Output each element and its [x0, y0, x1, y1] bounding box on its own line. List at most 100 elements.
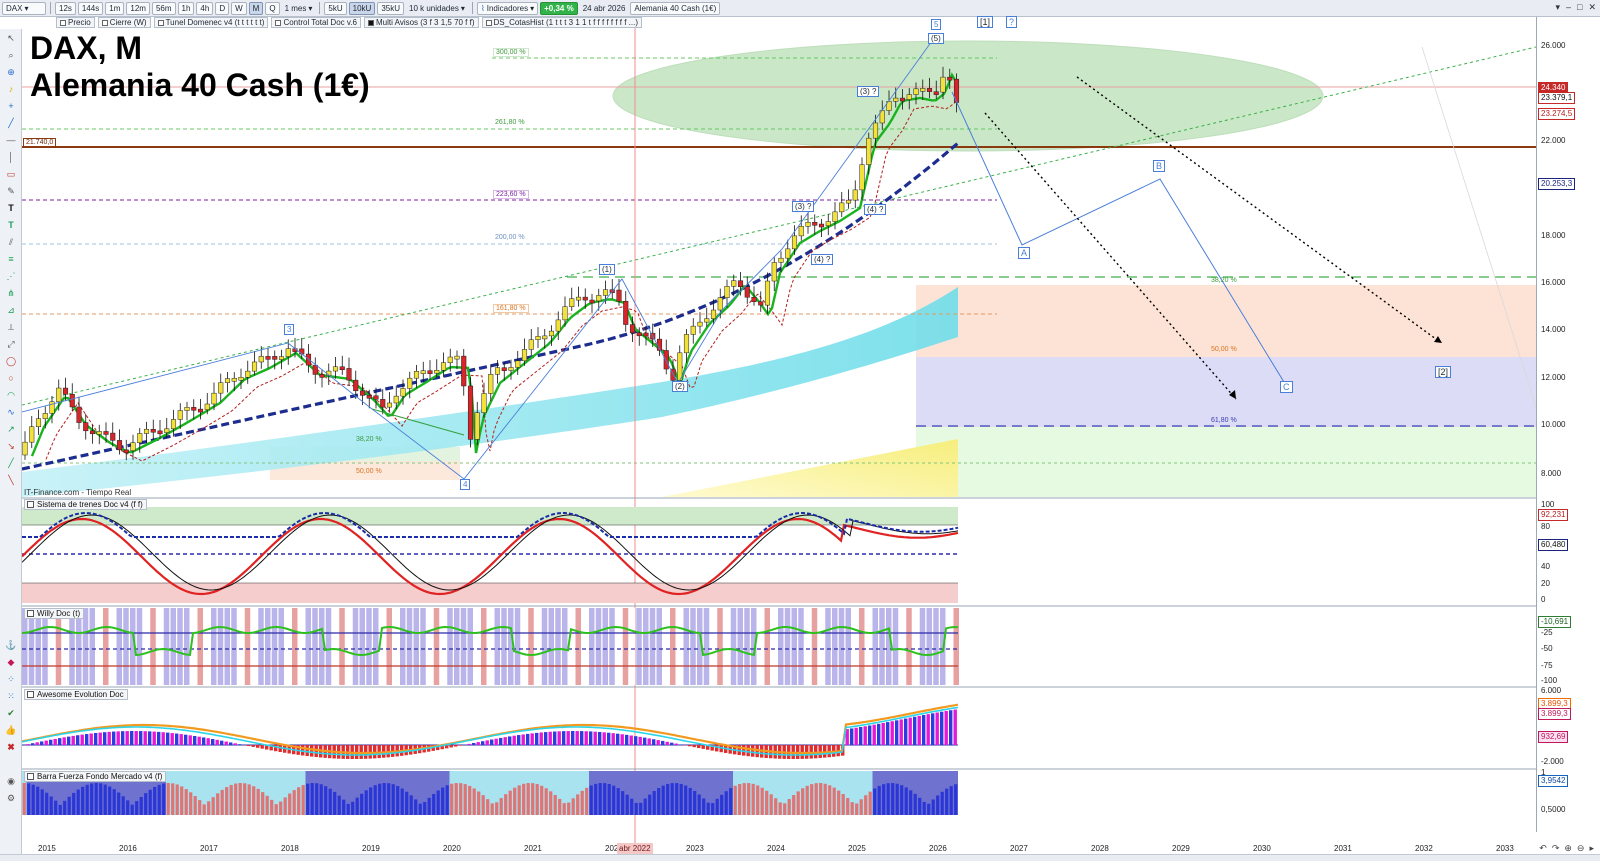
minimize-icon[interactable]: ▾	[1555, 2, 1560, 13]
candle[interactable]	[548, 330, 555, 337]
candle[interactable]	[83, 422, 89, 432]
candle[interactable]	[285, 348, 291, 357]
candle[interactable]	[380, 399, 386, 408]
candle[interactable]	[245, 370, 251, 378]
panel-close-icon[interactable]	[27, 610, 34, 617]
timeframe-56m[interactable]: 56m	[151, 1, 176, 15]
candle[interactable]	[555, 319, 561, 332]
arc-icon[interactable]: ◠	[4, 389, 18, 402]
fibonacci-icon[interactable]: ≡	[4, 253, 18, 266]
legend-item-precio[interactable]: Precio	[56, 17, 95, 28]
checkbox-icon[interactable]	[157, 19, 164, 26]
marker-icon[interactable]: ◆	[4, 656, 18, 669]
candle[interactable]	[893, 97, 899, 102]
measure-icon[interactable]: ⤢	[4, 338, 18, 351]
checkbox-icon[interactable]	[101, 19, 108, 26]
candle[interactable]	[737, 280, 744, 287]
candle[interactable]	[312, 364, 318, 375]
candle[interactable]	[859, 164, 865, 191]
timeframe-1m[interactable]: 1m	[105, 1, 125, 15]
candle[interactable]	[447, 356, 453, 363]
panel-header-trenes[interactable]: Sistema de trenes Doc v4 (f f)	[24, 499, 147, 510]
candle[interactable]	[461, 355, 467, 387]
candle[interactable]	[164, 428, 170, 433]
candle[interactable]	[731, 280, 737, 287]
delete-icon[interactable]: ✖	[4, 741, 18, 754]
candle[interactable]	[535, 336, 541, 340]
candle[interactable]	[157, 430, 163, 435]
candle[interactable]	[852, 189, 858, 201]
check-icon[interactable]: ✔	[4, 707, 18, 720]
candle[interactable]	[332, 366, 339, 372]
candle[interactable]	[582, 296, 588, 301]
legend-item-cotashist[interactable]: DS_CotasHist (1 t t t 3 1 1 t f f f f f …	[481, 17, 643, 28]
candle[interactable]	[481, 393, 487, 413]
candle[interactable]	[805, 222, 811, 227]
candle[interactable]	[926, 88, 933, 92]
crosshair-icon[interactable]: +	[4, 100, 18, 113]
panel-close-icon[interactable]	[27, 691, 34, 698]
close-icon[interactable]: ✕	[1588, 2, 1596, 13]
candle[interactable]	[791, 235, 798, 250]
candle[interactable]	[832, 211, 838, 222]
candle[interactable]	[265, 356, 271, 360]
candle[interactable]	[238, 376, 244, 381]
candle[interactable]	[231, 378, 237, 382]
candle[interactable]	[76, 406, 82, 423]
panel-header-willy[interactable]: Willy Doc (t)	[24, 608, 85, 619]
scroll-right-icon[interactable]: ▸	[1589, 843, 1594, 854]
candle[interactable]	[906, 94, 912, 100]
line-green-icon[interactable]: ╱	[4, 457, 18, 470]
timeframe-w[interactable]: W	[231, 1, 247, 15]
maximize-icon[interactable]: □	[1577, 2, 1582, 13]
candle[interactable]	[440, 362, 447, 371]
candle[interactable]	[103, 431, 109, 435]
candle[interactable]	[697, 321, 703, 327]
candle[interactable]	[69, 394, 75, 408]
candle[interactable]	[616, 289, 622, 302]
candle[interactable]	[400, 388, 406, 397]
candle[interactable]	[596, 295, 602, 302]
candle[interactable]	[933, 91, 939, 95]
panel-header-awesome[interactable]: Awesome Evolution Doc	[24, 689, 128, 700]
candle[interactable]	[569, 298, 575, 307]
checkbox-icon[interactable]	[485, 19, 492, 26]
candle[interactable]	[62, 387, 69, 395]
zoom-out-icon[interactable]: ⊖	[1577, 843, 1585, 854]
candle[interactable]	[89, 430, 96, 435]
grid-icon[interactable]: ⁙	[4, 690, 18, 703]
candle[interactable]	[771, 262, 777, 282]
timeframe-144s[interactable]: 144s	[77, 1, 104, 15]
candle[interactable]	[177, 410, 183, 420]
candle[interactable]	[812, 222, 818, 226]
candle[interactable]	[872, 122, 879, 139]
redo-icon[interactable]: ↷	[1552, 843, 1560, 854]
candle[interactable]	[407, 377, 413, 389]
restore-icon[interactable]: –	[1566, 2, 1571, 13]
candle[interactable]	[643, 332, 649, 337]
undo-icon[interactable]: ↶	[1539, 843, 1547, 854]
candle[interactable]	[319, 374, 325, 378]
candle[interactable]	[137, 433, 143, 443]
candle[interactable]	[143, 428, 150, 434]
candle[interactable]	[434, 369, 440, 374]
candle[interactable]	[798, 226, 804, 237]
candle[interactable]	[258, 356, 264, 363]
candle[interactable]	[339, 366, 345, 370]
candle[interactable]	[501, 367, 507, 371]
checkbox-icon[interactable]	[275, 19, 282, 26]
candle[interactable]	[751, 296, 757, 302]
candle[interactable]	[508, 367, 514, 371]
legend-item-control-total[interactable]: Control Total Doc v.6	[271, 17, 361, 28]
candle[interactable]	[96, 431, 102, 435]
candle[interactable]	[602, 289, 609, 296]
candle[interactable]	[184, 407, 190, 411]
candle[interactable]	[866, 137, 872, 165]
timeframe-4h[interactable]: 4h	[196, 1, 214, 15]
bell-icon[interactable]: ♪	[4, 83, 18, 96]
text-green-icon[interactable]: T	[4, 219, 18, 232]
candle[interactable]	[913, 88, 919, 95]
vline-icon[interactable]: │	[4, 151, 18, 164]
candle[interactable]	[825, 221, 831, 226]
candle[interactable]	[488, 374, 494, 394]
